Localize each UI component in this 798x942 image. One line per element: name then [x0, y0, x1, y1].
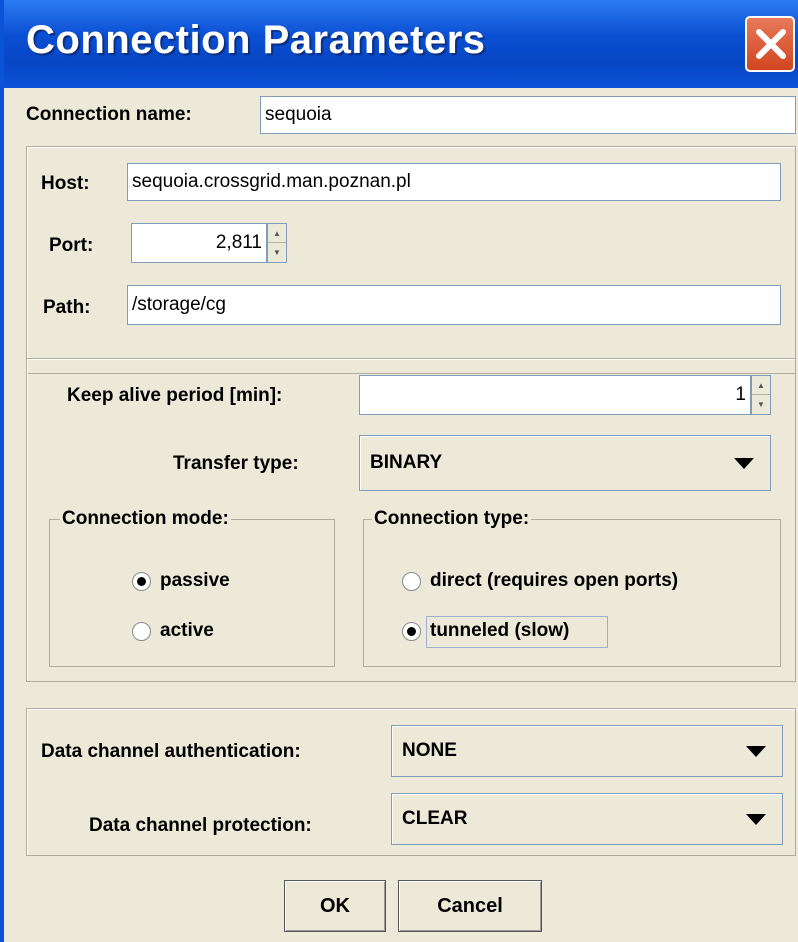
transfer-type-label: Transfer type: — [173, 453, 299, 474]
radio-active-label[interactable]: active — [160, 620, 214, 642]
connection-mode-group: Connection mode: passive active — [49, 508, 335, 667]
host-label: Host: — [41, 173, 90, 194]
path-field[interactable]: /storage/cg — [127, 285, 781, 325]
data-channel-protection-label: Data channel protection: — [89, 815, 312, 836]
data-channel-protection-value: CLEAR — [402, 808, 468, 829]
port-field[interactable]: 2,811 — [131, 223, 267, 263]
cancel-button[interactable]: Cancel — [398, 880, 542, 932]
radio-active[interactable] — [132, 622, 151, 641]
connection-type-legend: Connection type: — [372, 508, 532, 530]
close-icon — [756, 29, 786, 59]
connection-parameters-dialog: Connection Parameters Connection name: s… — [0, 0, 798, 942]
connection-mode-legend: Connection mode: — [60, 508, 231, 530]
connection-name-field[interactable]: sequoia — [260, 96, 796, 134]
window-title: Connection Parameters — [26, 18, 486, 62]
spinner-down-icon[interactable]: ▼ — [752, 395, 770, 414]
transfer-type-value: BINARY — [370, 452, 443, 473]
radio-passive[interactable] — [132, 572, 151, 591]
ok-button[interactable]: OK — [284, 880, 386, 932]
keep-alive-label: Keep alive period [min]: — [67, 385, 283, 406]
host-field[interactable]: sequoia.crossgrid.man.poznan.pl — [127, 163, 781, 201]
data-channel-auth-select[interactable]: NONE — [391, 725, 783, 777]
radio-direct[interactable] — [402, 572, 421, 591]
port-label: Port: — [49, 235, 94, 256]
data-channel-panel: Data channel authentication: NONE Data c… — [26, 708, 796, 856]
radio-tunneled-label[interactable]: tunneled (slow) — [430, 620, 569, 642]
radio-tunneled[interactable] — [402, 622, 421, 641]
keep-alive-spinner[interactable]: ▲ ▼ — [751, 375, 771, 415]
port-spinner[interactable]: ▲ ▼ — [267, 223, 287, 263]
spinner-up-icon[interactable]: ▲ — [752, 376, 770, 395]
dialog-content: Connection name: sequoia Host: sequoia.c… — [4, 88, 798, 942]
title-bar[interactable]: Connection Parameters — [4, 0, 798, 88]
data-channel-auth-label: Data channel authentication: — [41, 741, 301, 762]
path-label: Path: — [43, 297, 91, 318]
server-panel: Host: sequoia.crossgrid.man.poznan.pl Po… — [26, 146, 796, 374]
chevron-down-icon — [734, 458, 754, 469]
radio-direct-label[interactable]: direct (requires open ports) — [430, 570, 678, 592]
radio-passive-label[interactable]: passive — [160, 570, 230, 592]
chevron-down-icon — [746, 814, 766, 825]
keep-alive-field[interactable]: 1 — [359, 375, 751, 415]
chevron-down-icon — [746, 746, 766, 757]
options-panel: Keep alive period [min]: 1 ▲ ▼ Transfer … — [26, 358, 796, 682]
close-button[interactable] — [745, 16, 795, 72]
spinner-up-icon[interactable]: ▲ — [268, 224, 286, 243]
connection-type-group: Connection type: direct (requires open p… — [363, 508, 781, 667]
spinner-down-icon[interactable]: ▼ — [268, 243, 286, 262]
data-channel-auth-value: NONE — [402, 740, 457, 761]
connection-name-label: Connection name: — [26, 104, 192, 125]
data-channel-protection-select[interactable]: CLEAR — [391, 793, 783, 845]
transfer-type-select[interactable]: BINARY — [359, 435, 771, 491]
